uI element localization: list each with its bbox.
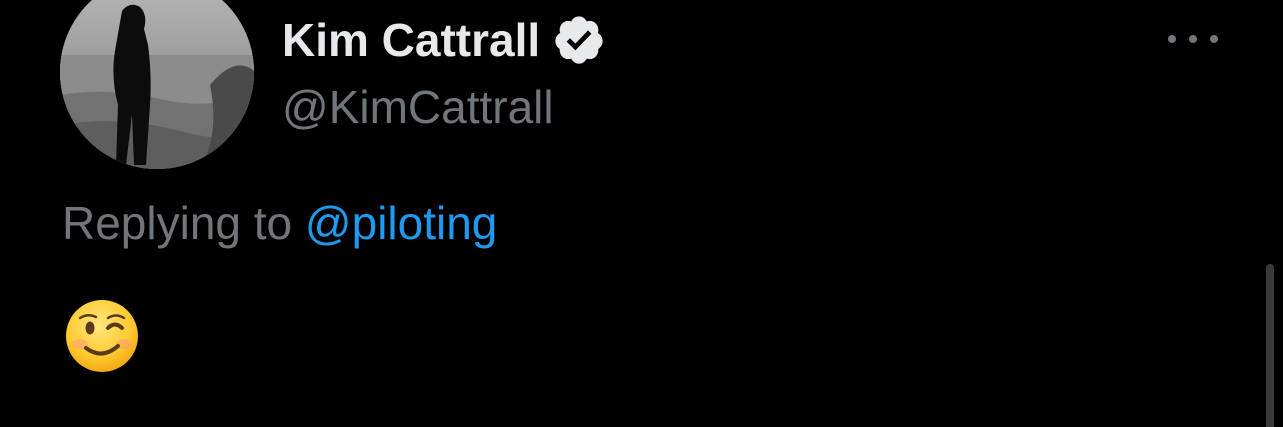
- tweet: Kim Cattrall @KimCattrall Replying to @p…: [0, 0, 1283, 427]
- reply-context-label: Replying to: [62, 197, 293, 249]
- winking-face-icon: [66, 300, 138, 372]
- reply-mention-link[interactable]: @piloting: [305, 197, 497, 249]
- avatar[interactable]: [60, 0, 254, 169]
- reply-context: Replying to @piloting: [62, 196, 497, 250]
- verified-badge-icon: [552, 13, 606, 67]
- more-horizontal-icon-dot: [1210, 35, 1218, 43]
- scrollbar[interactable]: [1266, 264, 1274, 427]
- user-handle[interactable]: @KimCattrall: [282, 80, 554, 134]
- tweet-text: [64, 298, 140, 374]
- more-horizontal-icon: [1168, 35, 1176, 43]
- avatar-photo: [60, 0, 254, 169]
- more-options-button[interactable]: [1168, 24, 1218, 54]
- more-horizontal-icon-dot: [1189, 35, 1197, 43]
- author-name-row: Kim Cattrall: [282, 8, 606, 72]
- display-name[interactable]: Kim Cattrall: [282, 13, 540, 67]
